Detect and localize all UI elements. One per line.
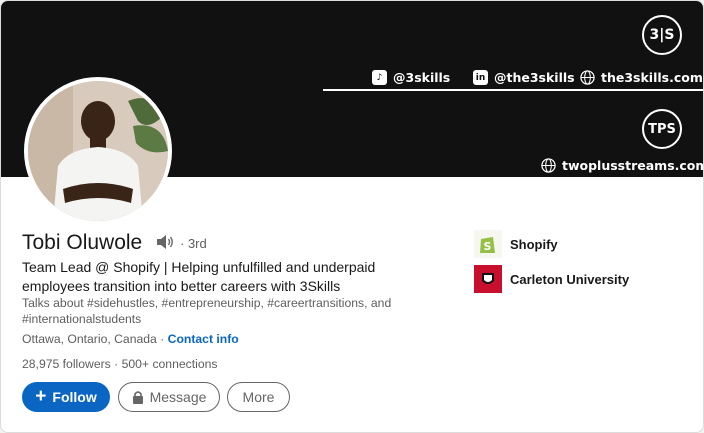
connections-count: · 500+ connections	[114, 357, 218, 371]
profile-name: Tobi Oluwole	[22, 231, 143, 254]
social-website: the3skills.com	[580, 70, 703, 85]
linkedin-icon: in	[473, 70, 488, 85]
banner-divider	[323, 89, 703, 91]
network-stats: 28,975 followers · 500+ connections	[22, 357, 217, 371]
message-button[interactable]: Message	[118, 382, 220, 412]
avatar[interactable]	[24, 77, 172, 225]
profile-card: 3|S ♪ @3skills in @the3skills the3skills…	[0, 0, 704, 433]
follow-button[interactable]: + Follow	[22, 382, 110, 412]
lock-icon	[132, 391, 143, 404]
speaker-icon[interactable]	[155, 233, 175, 251]
linkedin-handle: @the3skills	[494, 70, 575, 85]
more-button[interactable]: More	[227, 382, 290, 412]
profile-headline: Team Lead @ Shopify | Helping unfulfille…	[22, 259, 376, 294]
website2-text: twoplusstreams.com	[562, 158, 704, 173]
location-line: Ottawa, Ontario, Canada · Contact info	[22, 332, 239, 346]
profile-photo	[28, 81, 168, 221]
shopify-logo-icon: S	[474, 230, 502, 258]
message-label: Message	[149, 389, 207, 405]
website-text: the3skills.com	[601, 70, 703, 85]
org-name: Shopify	[510, 236, 558, 252]
connection-degree: · 3rd	[180, 236, 207, 251]
globe-icon	[541, 158, 556, 173]
badge-bottom-text: TPS	[648, 121, 676, 137]
contact-info-link[interactable]: Contact info	[168, 332, 239, 346]
carleton-logo-icon	[474, 265, 502, 293]
more-label: More	[242, 389, 275, 405]
social-website-2: twoplusstreams.com	[541, 158, 704, 173]
social-linkedin: in @the3skills	[473, 70, 575, 85]
globe-icon	[580, 70, 595, 85]
tps-badge: TPS	[642, 109, 682, 149]
3skills-badge: 3|S	[642, 15, 682, 55]
tiktok-icon: ♪	[372, 70, 387, 85]
svg-text:S: S	[484, 240, 492, 253]
location: Ottawa, Ontario, Canada ·	[22, 332, 165, 346]
followers-count: 28,975 followers	[22, 357, 111, 371]
org-name: Carleton University	[510, 271, 630, 287]
org-carleton[interactable]: Carleton University	[474, 265, 629, 293]
plus-icon: +	[35, 386, 47, 407]
social-tiktok: ♪ @3skills	[372, 70, 450, 85]
talks-about: Talks about #sidehustles, #entrepreneurs…	[22, 296, 392, 326]
org-shopify[interactable]: S Shopify	[474, 230, 558, 258]
tiktok-handle: @3skills	[393, 70, 451, 85]
badge-top-text: 3|S	[649, 27, 675, 43]
follow-label: Follow	[52, 389, 97, 405]
